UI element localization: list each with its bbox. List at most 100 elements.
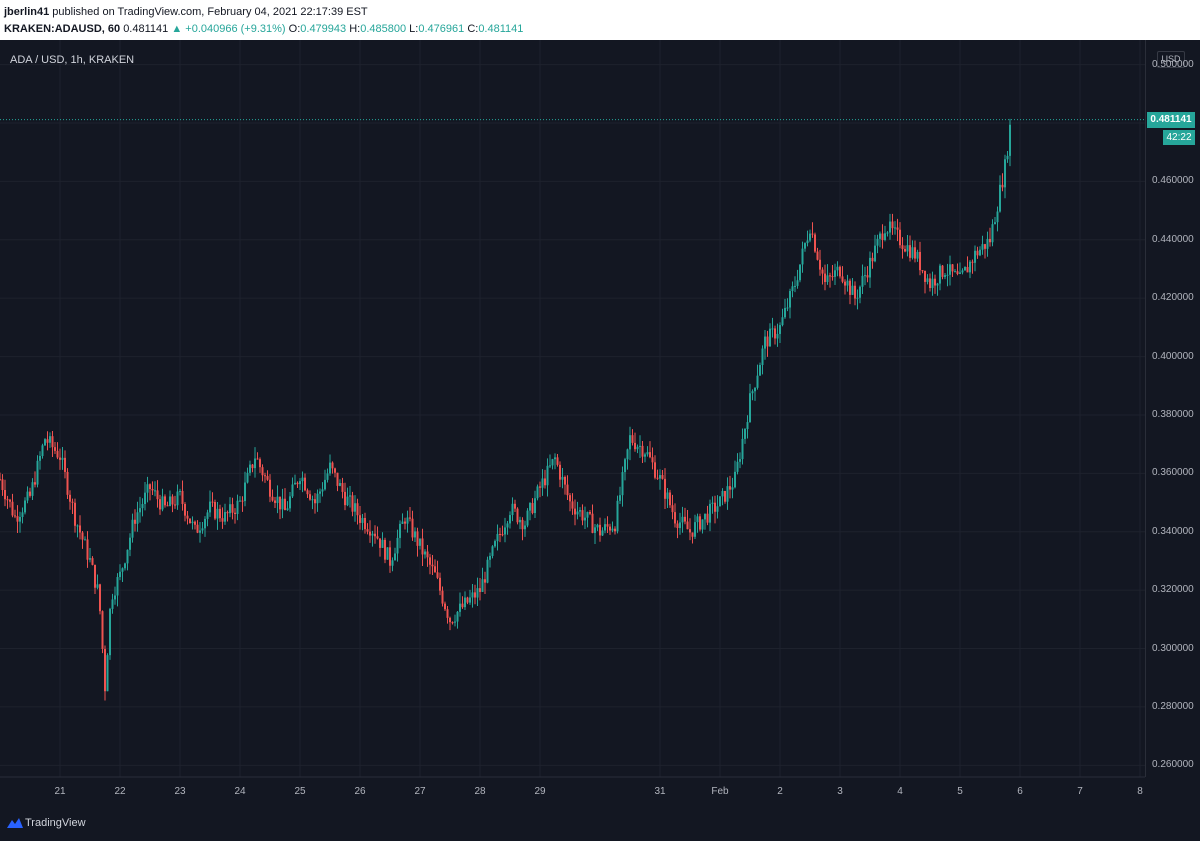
candle-up	[696, 516, 699, 523]
candle-up	[911, 247, 914, 258]
candle-down	[404, 521, 406, 524]
candle-down	[344, 491, 346, 506]
candle-up	[861, 275, 864, 287]
candle-up	[289, 496, 291, 509]
candle-up	[316, 493, 319, 504]
candle-down	[444, 603, 446, 610]
x-tick-label: 29	[534, 786, 546, 797]
candle-down	[661, 475, 664, 479]
candle-up	[399, 523, 401, 538]
candle-up	[476, 588, 479, 598]
candle-up	[776, 333, 779, 339]
candle-up	[494, 541, 496, 547]
candle-down	[66, 471, 69, 495]
candle-up	[549, 465, 551, 467]
candle-up	[244, 482, 246, 502]
candle-up	[131, 519, 134, 538]
x-tick-label: 8	[1137, 786, 1143, 797]
candle-up	[826, 275, 829, 283]
candle-down	[376, 536, 379, 539]
candle-down	[314, 499, 316, 504]
candle-up	[781, 317, 784, 326]
price-chart[interactable]	[0, 40, 1200, 811]
x-tick-label: 6	[1017, 786, 1023, 797]
candle-up	[761, 348, 764, 366]
candle-down	[99, 584, 101, 612]
candle-up	[204, 518, 206, 529]
publish-line: jberlin41 published on TradingView.com, …	[4, 6, 368, 18]
candle-up	[554, 457, 556, 460]
candle-down	[379, 538, 381, 548]
candle-down	[699, 516, 701, 530]
candle-down	[774, 328, 776, 339]
candle-up	[381, 539, 384, 548]
author-name[interactable]: jberlin41	[4, 6, 49, 18]
candle-up	[999, 184, 1001, 212]
candle-down	[46, 439, 49, 443]
candle-up	[864, 275, 866, 277]
candle-up	[401, 521, 404, 524]
candle-down	[556, 457, 559, 465]
y-tick-label: 0.320000	[1152, 584, 1194, 596]
candle-down	[499, 533, 501, 535]
candle-up	[414, 531, 416, 538]
candle-down	[429, 557, 431, 565]
candle-up	[144, 492, 146, 505]
candle-up	[354, 503, 356, 512]
candle-down	[706, 513, 709, 523]
candle-up	[876, 238, 879, 246]
candle-up	[751, 391, 754, 394]
y-tick-label: 0.280000	[1152, 700, 1194, 712]
candle-up	[136, 512, 139, 524]
candle-down	[451, 622, 454, 624]
candle-down	[334, 468, 336, 473]
candle-down	[984, 244, 986, 249]
x-tick-label: 21	[54, 786, 66, 797]
candle-up	[561, 476, 564, 480]
candle-up	[496, 533, 499, 542]
candle-up	[26, 491, 29, 501]
candle-up	[21, 512, 24, 517]
x-tick-label: 23	[174, 786, 186, 797]
candle-up	[44, 439, 46, 446]
candle-down	[51, 436, 54, 448]
candle-up	[541, 478, 544, 488]
candle-up	[139, 508, 141, 513]
candle-up	[371, 533, 374, 536]
candle-up	[464, 597, 466, 608]
candle-up	[939, 265, 941, 284]
candle-down	[609, 526, 611, 531]
candle-down	[521, 519, 524, 530]
candle-down	[656, 477, 659, 479]
x-tick-label: 26	[354, 786, 366, 797]
candle-down	[309, 494, 311, 500]
candle-down	[714, 502, 716, 512]
chart-area[interactable]: ADA / USD, 1h, KRAKEN USD 0.5000000.4800…	[0, 40, 1200, 841]
candle-down	[231, 504, 234, 513]
candle-up	[794, 285, 796, 287]
tradingview-logo-icon[interactable]	[6, 816, 24, 830]
candle-up	[799, 264, 801, 281]
candle-down	[409, 517, 411, 519]
candle-down	[589, 512, 591, 514]
candle-down	[689, 529, 691, 533]
candle-down	[234, 512, 236, 515]
y-tick-label: 0.460000	[1152, 175, 1194, 187]
candle-down	[971, 261, 974, 263]
candle-down	[194, 521, 196, 525]
ohlc-legend: KRAKEN:ADAUSD, 60 0.481141 ▲ +0.040966 (…	[4, 23, 523, 35]
x-tick-label: 7	[1077, 786, 1083, 797]
candle-down	[651, 457, 654, 463]
candle-up	[391, 560, 394, 566]
x-tick-label: 27	[414, 786, 426, 797]
candle-up	[801, 248, 804, 265]
candle-down	[14, 515, 16, 517]
tradingview-brand[interactable]: TradingView	[25, 817, 86, 829]
candle-up	[89, 558, 91, 560]
candle-up	[19, 516, 21, 522]
candle-down	[951, 264, 954, 272]
candle-up	[301, 477, 304, 482]
x-tick-label: 25	[294, 786, 306, 797]
candle-down	[461, 603, 464, 608]
chart-title: ADA / USD, 1h, KRAKEN	[10, 54, 135, 66]
